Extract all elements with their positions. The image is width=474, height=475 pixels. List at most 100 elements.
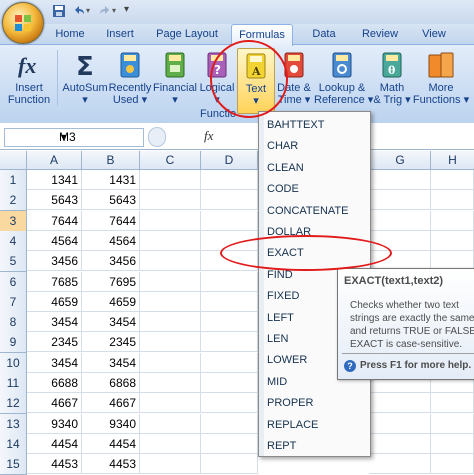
- cell[interactable]: 7644: [82, 210, 140, 231]
- row-header[interactable]: 2: [0, 190, 27, 212]
- text-functions-button[interactable]: A Text ▾: [237, 48, 275, 114]
- cell[interactable]: [369, 190, 431, 211]
- cell[interactable]: 2345: [82, 332, 140, 353]
- cell[interactable]: 4659: [27, 291, 82, 312]
- cell[interactable]: 7695: [82, 271, 140, 292]
- menu-item-clean[interactable]: CLEAN: [267, 158, 304, 180]
- name-box-dropdown-icon[interactable]: ▼: [59, 129, 140, 146]
- row-header[interactable]: 11: [0, 373, 27, 394]
- save-icon[interactable]: [52, 4, 66, 18]
- cell[interactable]: [140, 251, 201, 272]
- autosum-button[interactable]: Σ AutoSum ▾: [60, 48, 110, 112]
- row-header[interactable]: 9: [0, 332, 27, 354]
- cell[interactable]: [201, 413, 258, 434]
- menu-item-concatenate[interactable]: CONCATENATE: [267, 201, 349, 223]
- cell[interactable]: [201, 312, 258, 333]
- cell[interactable]: 3456: [27, 251, 82, 272]
- cell[interactable]: 9340: [82, 413, 140, 434]
- cell[interactable]: [431, 190, 474, 211]
- cell[interactable]: 3454: [82, 352, 140, 373]
- menu-item-bahttext[interactable]: BAHTTEXT: [267, 115, 324, 137]
- math-trig-button[interactable]: θ Math & Trig ▾: [372, 48, 412, 112]
- cell[interactable]: [140, 271, 201, 292]
- cell[interactable]: [431, 454, 474, 475]
- cell[interactable]: 5643: [82, 190, 140, 211]
- cell[interactable]: [140, 454, 201, 475]
- row-header[interactable]: 4: [0, 230, 27, 252]
- cell[interactable]: [201, 433, 258, 454]
- tab-insert[interactable]: Insert: [98, 24, 142, 44]
- cell[interactable]: [369, 210, 431, 231]
- cell[interactable]: [140, 332, 201, 353]
- cell[interactable]: [369, 170, 431, 190]
- row-header[interactable]: 3: [0, 210, 27, 232]
- tab-data[interactable]: Data: [302, 24, 346, 44]
- row-header[interactable]: 5: [0, 251, 27, 273]
- cell[interactable]: [201, 251, 258, 272]
- cell[interactable]: 3454: [27, 352, 82, 373]
- menu-item-rept[interactable]: REPT: [267, 436, 296, 458]
- cell[interactable]: [140, 393, 201, 414]
- undo-icon[interactable]: [72, 4, 86, 18]
- cell[interactable]: [431, 413, 474, 434]
- insert-function-button[interactable]: fx Insert Function: [4, 48, 54, 112]
- cell[interactable]: 1431: [82, 170, 140, 190]
- row-header[interactable]: 6: [0, 271, 27, 293]
- cell[interactable]: [201, 210, 258, 231]
- menu-item-len[interactable]: LEN: [267, 329, 288, 351]
- menu-item-find[interactable]: FIND: [267, 265, 293, 287]
- formula-bar-handle[interactable]: [148, 127, 166, 147]
- cell[interactable]: [201, 291, 258, 312]
- lookup-reference-button[interactable]: Lookup & Reference ▾: [314, 48, 373, 112]
- menu-item-char[interactable]: CHAR: [267, 136, 298, 158]
- menu-item-mid[interactable]: MID: [267, 372, 287, 394]
- row-header[interactable]: 7: [0, 291, 27, 313]
- cell[interactable]: [140, 433, 201, 454]
- cell[interactable]: 6868: [82, 373, 140, 393]
- cell[interactable]: [369, 454, 431, 475]
- column-header-b[interactable]: B: [82, 151, 140, 169]
- menu-item-dollar[interactable]: DOLLAR: [267, 222, 311, 244]
- row-header[interactable]: 8: [0, 312, 27, 334]
- cell[interactable]: [201, 170, 258, 190]
- cell[interactable]: 4564: [27, 230, 82, 251]
- menu-item-fixed[interactable]: FIXED: [267, 286, 299, 308]
- cell[interactable]: [201, 230, 258, 251]
- cell[interactable]: 4564: [82, 230, 140, 251]
- name-box[interactable]: M3 ▼: [4, 128, 144, 147]
- recently-used-button[interactable]: Recently Used ▾: [108, 48, 152, 112]
- cell[interactable]: 4667: [82, 393, 140, 414]
- cell[interactable]: 3456: [82, 251, 140, 272]
- row-header[interactable]: 12: [0, 393, 27, 415]
- row-header[interactable]: 13: [0, 413, 27, 435]
- cell[interactable]: 4659: [82, 291, 140, 312]
- office-button[interactable]: [2, 2, 44, 44]
- cell[interactable]: [369, 393, 431, 414]
- cell[interactable]: [140, 210, 201, 231]
- row-header[interactable]: 15: [0, 454, 27, 475]
- row-header[interactable]: 14: [0, 433, 27, 455]
- cell[interactable]: 3454: [82, 312, 140, 333]
- column-header-h[interactable]: H: [431, 151, 474, 169]
- tab-view[interactable]: View: [412, 24, 456, 44]
- select-all-corner[interactable]: [0, 151, 27, 169]
- cell[interactable]: 4453: [82, 454, 140, 475]
- cell[interactable]: 9340: [27, 413, 82, 434]
- column-header-d[interactable]: D: [201, 151, 258, 169]
- cell[interactable]: [431, 230, 474, 251]
- cell[interactable]: [201, 352, 258, 373]
- cell[interactable]: 5643: [27, 190, 82, 211]
- logical-button[interactable]: ? Logical ▾: [197, 48, 237, 112]
- cell[interactable]: [140, 413, 201, 434]
- cell[interactable]: 7644: [27, 210, 82, 231]
- cell[interactable]: [140, 230, 201, 251]
- cell[interactable]: [201, 373, 258, 393]
- cell[interactable]: 4453: [27, 454, 82, 475]
- cell[interactable]: [431, 170, 474, 190]
- cell[interactable]: 1341: [27, 170, 82, 190]
- cell[interactable]: 4454: [27, 433, 82, 454]
- column-header-c[interactable]: C: [140, 151, 201, 169]
- fx-insert-icon[interactable]: fx: [204, 128, 213, 144]
- row-header[interactable]: 10: [0, 352, 27, 374]
- tab-formulas[interactable]: Formulas: [231, 24, 293, 46]
